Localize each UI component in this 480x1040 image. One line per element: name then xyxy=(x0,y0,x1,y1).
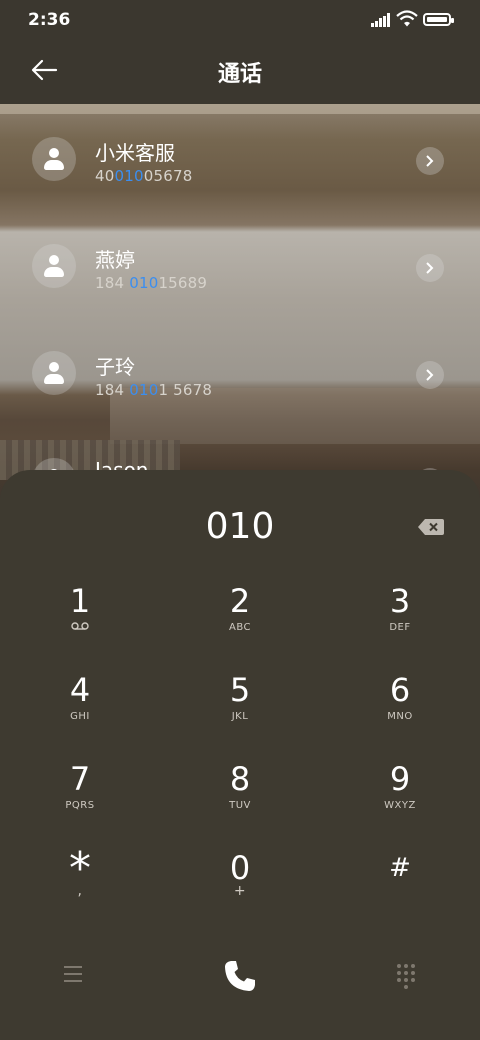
person-icon xyxy=(49,255,59,265)
dialed-number: 010 xyxy=(205,506,275,547)
avatar xyxy=(32,244,76,288)
key-9[interactable]: 9 WXYZ xyxy=(320,760,480,849)
contact-row[interactable]: 子玲 184 0101 5678 xyxy=(0,321,480,421)
dialpad-sheet: 010 1 2 ABC 3 DEF 4 GHI 5 JKL 6 MNO 7 PQRS 8 TU… xyxy=(0,470,480,1040)
chevron-right-icon xyxy=(426,369,434,381)
status-time: 2:36 xyxy=(28,10,71,30)
contact-number: 184 01015689 xyxy=(95,274,208,292)
dialer-action-bar xyxy=(0,950,480,1010)
status-bar: 2:36 xyxy=(0,0,480,40)
key-5[interactable]: 5 JKL xyxy=(160,671,320,760)
contact-results-list: 小米客服 4001005678 燕婷 184 01015689 子玲 184 0… xyxy=(0,104,480,470)
key-2[interactable]: 2 ABC xyxy=(160,582,320,671)
battery-icon xyxy=(423,13,454,26)
contact-name: Jason xyxy=(95,458,149,470)
menu-icon[interactable] xyxy=(64,966,82,982)
key-star[interactable]: *, xyxy=(0,847,160,938)
contact-number: 4001005678 xyxy=(95,167,193,185)
dialpad-icon[interactable] xyxy=(397,964,417,989)
contact-name: 燕婷 xyxy=(95,248,135,272)
contact-detail-button[interactable] xyxy=(416,147,444,175)
contact-detail-button[interactable] xyxy=(416,254,444,282)
person-icon xyxy=(49,148,59,158)
phone-icon[interactable] xyxy=(222,958,258,994)
contact-name: 小米客服 xyxy=(95,141,175,165)
avatar xyxy=(32,351,76,395)
chevron-right-icon xyxy=(426,155,434,167)
key-1[interactable]: 1 xyxy=(0,582,160,671)
signal-icon xyxy=(371,13,391,27)
key-6[interactable]: 6 MNO xyxy=(320,671,480,760)
key-0[interactable]: 0 + xyxy=(160,849,320,938)
contact-row[interactable]: 小米客服 4001005678 xyxy=(0,107,480,207)
avatar xyxy=(32,458,76,470)
wifi-icon xyxy=(396,10,418,27)
key-hash[interactable]: # xyxy=(320,849,480,938)
avatar xyxy=(32,137,76,181)
app-header: 通话 xyxy=(0,40,480,104)
key-3[interactable]: 3 DEF xyxy=(320,582,480,671)
voicemail-icon xyxy=(71,622,89,630)
contact-row[interactable]: 燕婷 184 01015689 xyxy=(0,214,480,314)
backspace-icon[interactable] xyxy=(418,519,444,535)
contact-name: 子玲 xyxy=(95,355,135,379)
contact-number: 184 0101 5678 xyxy=(95,381,213,399)
key-7[interactable]: 7 PQRS xyxy=(0,760,160,849)
contact-detail-button[interactable] xyxy=(416,361,444,389)
contact-row[interactable]: Jason xyxy=(0,428,480,470)
key-8[interactable]: 8 TUV xyxy=(160,760,320,849)
page-title: 通话 xyxy=(217,62,262,87)
chevron-right-icon xyxy=(426,262,434,274)
person-icon xyxy=(49,362,59,372)
key-4[interactable]: 4 GHI xyxy=(0,671,160,760)
